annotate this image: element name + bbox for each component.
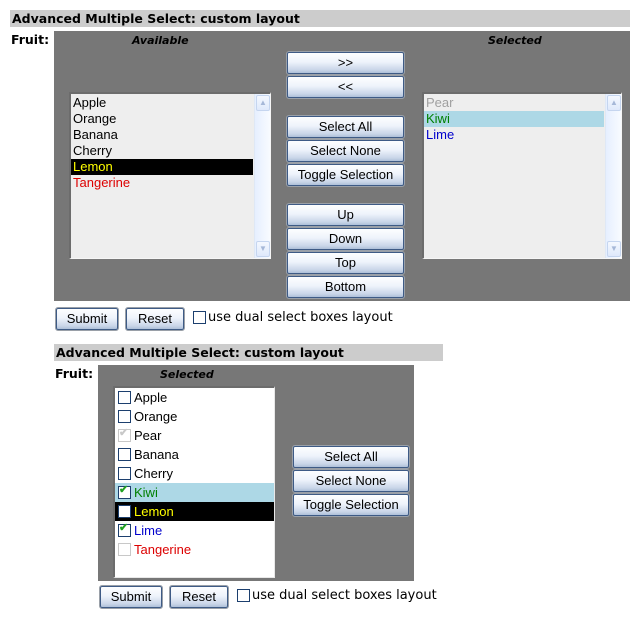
available-option[interactable]: Tangerine — [71, 175, 253, 191]
available-option[interactable]: Apple — [71, 95, 253, 111]
fruit-checkbox-item[interactable]: ✔ Kiwi — [115, 483, 274, 502]
available-listbox[interactable]: Apple Orange Banana Cherry Lemon Tangerine ▲ … — [69, 92, 271, 259]
form2-dual-layout-option[interactable]: use dual select boxes layout — [237, 588, 437, 603]
form2-toggle-selection-button[interactable]: Toggle Selection — [292, 493, 410, 517]
form1-panel: Available Selected Apple Orange Banana Cher… — [54, 31, 630, 301]
form2-reset-button[interactable]: Reset — [169, 585, 229, 609]
fruit-checkbox — [118, 543, 131, 556]
fruit-checkbox-label: Apple — [134, 390, 168, 405]
available-option[interactable]: Lemon — [71, 159, 253, 175]
selected-listbox[interactable]: Pear Kiwi Lime ▲ ▼ — [422, 92, 622, 259]
form2-dual-layout-checkbox[interactable] — [237, 589, 250, 602]
form2-fruit-label: Fruit: — [55, 366, 94, 381]
checkmark-icon: ✔ — [119, 427, 129, 439]
form2-submit-button[interactable]: Submit — [99, 585, 163, 609]
fruit-checkbox-label: Cherry — [134, 466, 174, 481]
fruit-checkbox[interactable] — [118, 410, 131, 423]
selected-option[interactable]: Lime — [424, 127, 604, 143]
fruit-checkbox-label: Lemon — [134, 504, 174, 519]
available-scrollbar[interactable]: ▲ ▼ — [254, 94, 270, 258]
select-none-button[interactable]: Select None — [286, 139, 405, 163]
fruit-checkbox-item[interactable]: Apple — [115, 388, 274, 407]
form1-reset-button[interactable]: Reset — [125, 307, 185, 331]
fruit-checkbox-item[interactable]: Banana — [115, 445, 274, 464]
remove-button[interactable]: << — [286, 75, 405, 99]
up-button[interactable]: Up — [286, 203, 405, 227]
fruit-checkbox-label: Lime — [134, 523, 163, 538]
fruit-checkbox-label: Orange — [134, 409, 178, 424]
selected-title: Selected — [488, 34, 542, 47]
form2-dual-layout-label: use dual select boxes layout — [252, 588, 437, 603]
fruit-checkbox-item[interactable]: ✔ Pear — [115, 426, 274, 445]
available-option[interactable]: Orange — [71, 111, 253, 127]
fruit-checkbox: ✔ — [118, 427, 131, 442]
fruit-checkbox[interactable]: ✔ — [118, 522, 131, 537]
form1-header: Advanced Multiple Select: custom layout — [10, 10, 630, 27]
form2-header: Advanced Multiple Select: custom layout — [54, 344, 443, 361]
fruit-checkbox-item[interactable]: Tangerine — [115, 540, 274, 559]
scroll-up-icon[interactable]: ▲ — [607, 95, 621, 111]
fruit-checkbox[interactable]: ✔ — [118, 484, 131, 499]
form1-submit-button[interactable]: Submit — [55, 307, 119, 331]
bottom-button[interactable]: Bottom — [286, 275, 405, 299]
scroll-down-icon[interactable]: ▼ — [256, 241, 270, 257]
toggle-selection-button[interactable]: Toggle Selection — [286, 163, 405, 187]
fruit-checkbox-label: Banana — [134, 447, 179, 462]
add-button[interactable]: >> — [286, 51, 405, 75]
form1-dual-layout-checkbox[interactable] — [193, 311, 206, 324]
select-all-button[interactable]: Select All — [286, 115, 405, 139]
selected-scrollbar[interactable]: ▲ ▼ — [605, 94, 621, 258]
form2-select-all-button[interactable]: Select All — [292, 445, 410, 469]
fruit-checkbox[interactable] — [118, 467, 131, 480]
scroll-down-icon[interactable]: ▼ — [607, 241, 621, 257]
form1-fruit-label: Fruit: — [11, 32, 50, 47]
fruit-checkbox-item[interactable]: ✔ Lime — [115, 521, 274, 540]
fruit-checkbox[interactable] — [118, 391, 131, 404]
available-title: Available — [132, 34, 189, 47]
scroll-up-icon[interactable]: ▲ — [256, 95, 270, 111]
fruit-checkbox[interactable] — [118, 505, 131, 518]
available-option[interactable]: Cherry — [71, 143, 253, 159]
available-option[interactable]: Banana — [71, 127, 253, 143]
fruit-checkbox-item[interactable]: Orange — [115, 407, 274, 426]
form2-selected-title: Selected — [160, 368, 214, 381]
fruit-checkbox-item[interactable]: Lemon — [115, 502, 274, 521]
fruit-checkbox-label: Kiwi — [134, 485, 158, 500]
form1-dual-layout-label: use dual select boxes layout — [208, 310, 393, 325]
form1-dual-layout-option[interactable]: use dual select boxes layout — [193, 310, 393, 325]
checkmark-icon: ✔ — [119, 484, 129, 496]
top-button[interactable]: Top — [286, 251, 405, 275]
fruit-checkbox-label: Tangerine — [134, 542, 192, 557]
fruit-checkbox-list[interactable]: Apple Orange ✔ Pear Banana Cherry ✔ Kiwi Lemon ✔ L… — [113, 386, 275, 578]
down-button[interactable]: Down — [286, 227, 405, 251]
selected-option[interactable]: Pear — [424, 95, 604, 111]
fruit-checkbox-label: Pear — [134, 428, 162, 443]
fruit-checkbox[interactable] — [118, 448, 131, 461]
form2-select-none-button[interactable]: Select None — [292, 469, 410, 493]
form2-panel: Selected Apple Orange ✔ Pear Banana Cherry ✔ Ki… — [98, 365, 414, 581]
fruit-checkbox-item[interactable]: Cherry — [115, 464, 274, 483]
selected-option[interactable]: Kiwi — [424, 111, 604, 127]
checkmark-icon: ✔ — [119, 522, 129, 534]
